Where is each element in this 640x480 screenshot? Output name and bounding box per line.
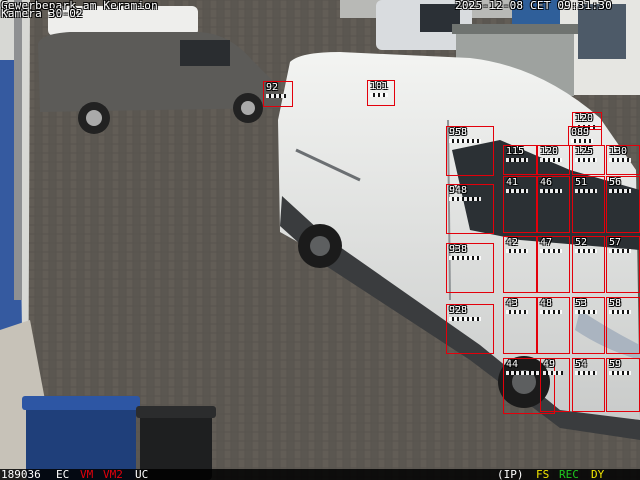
detection-label: 57 bbox=[609, 237, 622, 248]
detection-bar bbox=[506, 249, 529, 253]
detection-bar bbox=[575, 310, 597, 314]
detection-box: 089 bbox=[568, 126, 602, 146]
detection-label: 115 bbox=[506, 146, 525, 157]
detection-bar bbox=[575, 371, 597, 375]
detection-label: 51 bbox=[575, 177, 588, 188]
detection-box: 125 bbox=[572, 145, 605, 175]
detection-label: 54 bbox=[575, 359, 588, 370]
detection-label: 53 bbox=[575, 298, 588, 309]
detection-label: 92 bbox=[266, 82, 279, 93]
detection-box: 928 bbox=[446, 304, 494, 354]
detection-label: 47 bbox=[540, 237, 553, 248]
detection-bar bbox=[540, 249, 562, 253]
detection-bar bbox=[575, 249, 597, 253]
detection-label: 120 bbox=[540, 146, 559, 157]
detection-label: 958 bbox=[449, 127, 468, 138]
camera-feed: 92 101 120 089 958 115 120 125 130 948 4… bbox=[0, 0, 640, 480]
detection-bar bbox=[506, 189, 529, 193]
detection-box: 938 bbox=[446, 243, 494, 293]
detection-bar bbox=[575, 189, 597, 193]
detection-label: 49 bbox=[543, 359, 556, 370]
detection-label: 44 bbox=[506, 359, 519, 370]
detection-label: 948 bbox=[449, 185, 468, 196]
detection-box: 59 bbox=[606, 358, 640, 412]
detection-label: 56 bbox=[609, 177, 622, 188]
detection-bar bbox=[449, 256, 482, 260]
detection-bar bbox=[575, 158, 597, 162]
detection-label: 52 bbox=[575, 237, 588, 248]
detection-label: 938 bbox=[449, 244, 468, 255]
detection-box: 56 bbox=[606, 176, 640, 233]
detection-box: 54 bbox=[572, 358, 605, 412]
detection-label: 120 bbox=[575, 113, 594, 124]
detection-label: 42 bbox=[506, 237, 519, 248]
detection-bar bbox=[609, 249, 632, 253]
detection-bar bbox=[543, 371, 563, 375]
detection-bar bbox=[609, 158, 632, 162]
detection-box: 43 bbox=[503, 297, 537, 354]
detection-box: 120 bbox=[537, 145, 570, 175]
flag-ip: (IP) bbox=[497, 468, 524, 480]
detection-bar bbox=[540, 158, 562, 162]
detection-box: 48 bbox=[537, 297, 570, 354]
detection-bar bbox=[449, 317, 482, 321]
detection-box: 51 bbox=[572, 176, 605, 233]
detection-label: 101 bbox=[370, 81, 389, 92]
flag-rec: REC bbox=[559, 468, 579, 480]
detection-box: 130 bbox=[606, 145, 640, 175]
detection-box: 42 bbox=[503, 236, 537, 293]
detection-label: 125 bbox=[575, 146, 594, 157]
detection-bar bbox=[506, 158, 529, 162]
detection-box: 948 bbox=[446, 184, 494, 234]
detection-bar bbox=[609, 310, 632, 314]
detection-box: 101 bbox=[367, 80, 395, 106]
detection-box: 58 bbox=[606, 297, 640, 354]
detection-bar bbox=[609, 189, 632, 193]
detection-box: 57 bbox=[606, 236, 640, 293]
detection-box: 47 bbox=[537, 236, 570, 293]
status-bar: 189036 EC VM VM2 UC (IP) FS REC DY bbox=[0, 469, 640, 480]
detection-bar bbox=[571, 139, 594, 143]
detection-bar bbox=[266, 94, 286, 98]
detection-bar bbox=[449, 139, 482, 143]
flag-vm: VM bbox=[80, 468, 94, 480]
detection-bar bbox=[506, 371, 541, 375]
detection-bar bbox=[540, 189, 562, 193]
detection-box: 46 bbox=[537, 176, 570, 233]
detection-label: 41 bbox=[506, 177, 519, 188]
detection-bar bbox=[609, 371, 632, 375]
detection-bar bbox=[370, 93, 389, 97]
detection-box: 41 bbox=[503, 176, 537, 233]
detection-box: 52 bbox=[572, 236, 605, 293]
detection-label: 46 bbox=[540, 177, 553, 188]
detection-box: 53 bbox=[572, 297, 605, 354]
detection-label: 58 bbox=[609, 298, 622, 309]
detection-box: 92 bbox=[263, 81, 293, 107]
detection-bar bbox=[449, 197, 482, 201]
detection-label: 48 bbox=[540, 298, 553, 309]
flag-fs: FS bbox=[536, 468, 550, 480]
flag-ec: EC bbox=[56, 468, 70, 480]
flag-dy: DY bbox=[591, 468, 605, 480]
osd-datetime: 2025-12-08 CET 09:31:30 bbox=[455, 0, 612, 12]
detection-label: 089 bbox=[571, 127, 590, 138]
frame-counter: 189036 bbox=[1, 468, 41, 480]
detection-label: 43 bbox=[506, 298, 519, 309]
detection-box: 958 bbox=[446, 126, 494, 176]
detection-box: 115 bbox=[503, 145, 537, 175]
detection-bar bbox=[540, 310, 562, 314]
flag-uc: UC bbox=[135, 468, 149, 480]
osd-camera-name: Kamera 30-02 bbox=[1, 7, 83, 20]
detection-label: 928 bbox=[449, 305, 468, 316]
detection-label: 130 bbox=[609, 146, 628, 157]
detection-bar bbox=[506, 310, 529, 314]
detection-box: 49 bbox=[540, 358, 570, 412]
flag-vm2: VM2 bbox=[103, 468, 123, 480]
detection-label: 59 bbox=[609, 359, 622, 370]
